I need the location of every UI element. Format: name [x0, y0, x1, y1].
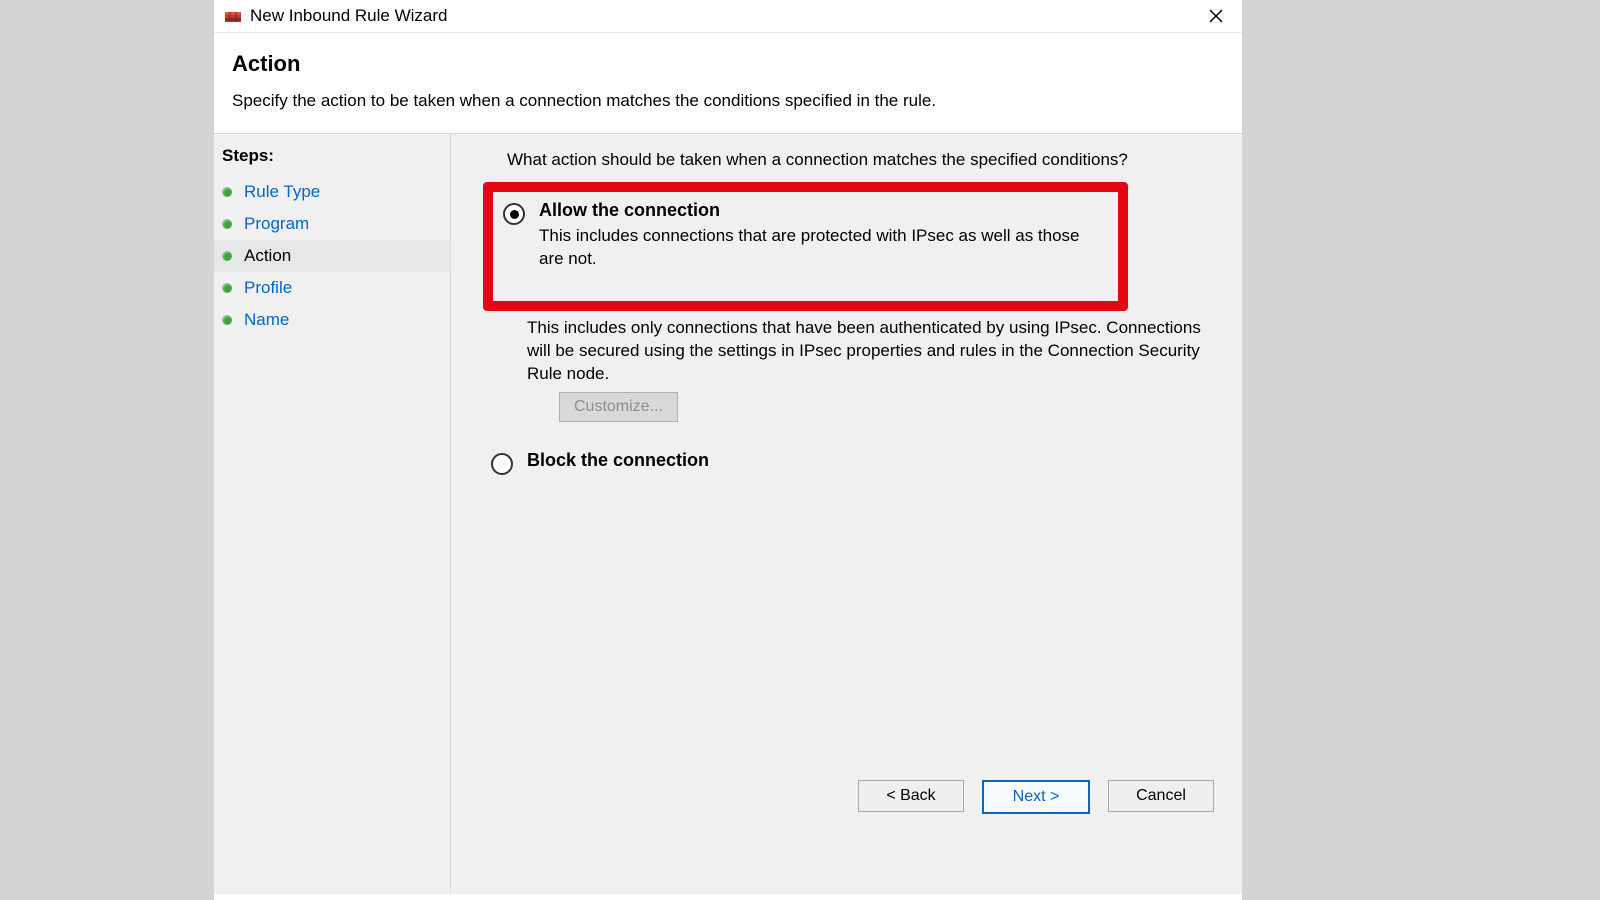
step-bullet-icon — [222, 187, 232, 197]
main-panel: What action should be taken when a conne… — [451, 134, 1242, 894]
wizard-body: Steps: Rule Type Program Action Profile … — [214, 133, 1242, 894]
step-name[interactable]: Name — [214, 304, 450, 336]
radio-button-icon — [491, 453, 513, 475]
highlight-annotation: Allow the connection This includes conne… — [483, 182, 1128, 311]
wizard-header: Action Specify the action to be taken wh… — [214, 33, 1242, 133]
option-allow-title: Allow the connection — [539, 200, 1108, 221]
option-allow-secure-description: This includes only connections that have… — [527, 317, 1228, 386]
wizard-dialog: New Inbound Rule Wizard Action Specify t… — [214, 0, 1242, 900]
step-label: Action — [244, 246, 291, 266]
steps-label: Steps: — [214, 144, 450, 176]
next-button[interactable]: Next > — [982, 780, 1090, 814]
title-bar: New Inbound Rule Wizard — [214, 0, 1242, 33]
step-profile[interactable]: Profile — [214, 272, 450, 304]
radio-option-allow-secure[interactable]: This includes only connections that have… — [491, 313, 1228, 422]
step-label: Name — [244, 310, 289, 330]
step-program[interactable]: Program — [214, 208, 450, 240]
step-bullet-icon — [222, 219, 232, 229]
page-heading: Action — [232, 51, 1224, 77]
close-button[interactable] — [1196, 2, 1236, 30]
window-title: New Inbound Rule Wizard — [250, 6, 447, 26]
close-icon — [1209, 9, 1223, 23]
step-label: Program — [244, 214, 309, 234]
step-label: Profile — [244, 278, 292, 298]
action-prompt: What action should be taken when a conne… — [507, 150, 1228, 170]
page-description: Specify the action to be taken when a co… — [232, 91, 1224, 111]
step-bullet-icon — [222, 251, 232, 261]
step-label: Rule Type — [244, 182, 320, 202]
radio-button-icon — [503, 203, 525, 225]
back-button[interactable]: < Back — [858, 780, 964, 812]
option-block-title: Block the connection — [527, 450, 1228, 471]
radio-option-block[interactable]: Block the connection — [491, 450, 1228, 475]
firewall-icon — [224, 7, 242, 25]
wizard-footer: < Back Next > Cancel — [858, 780, 1214, 814]
step-action[interactable]: Action — [214, 240, 450, 272]
step-rule-type[interactable]: Rule Type — [214, 176, 450, 208]
steps-sidebar: Steps: Rule Type Program Action Profile … — [214, 134, 451, 894]
cancel-button[interactable]: Cancel — [1108, 780, 1214, 812]
radio-option-allow[interactable]: Allow the connection This includes conne… — [503, 200, 1108, 271]
customize-button: Customize... — [559, 392, 678, 422]
option-allow-description: This includes connections that are prote… — [539, 225, 1108, 271]
step-bullet-icon — [222, 283, 232, 293]
step-bullet-icon — [222, 315, 232, 325]
